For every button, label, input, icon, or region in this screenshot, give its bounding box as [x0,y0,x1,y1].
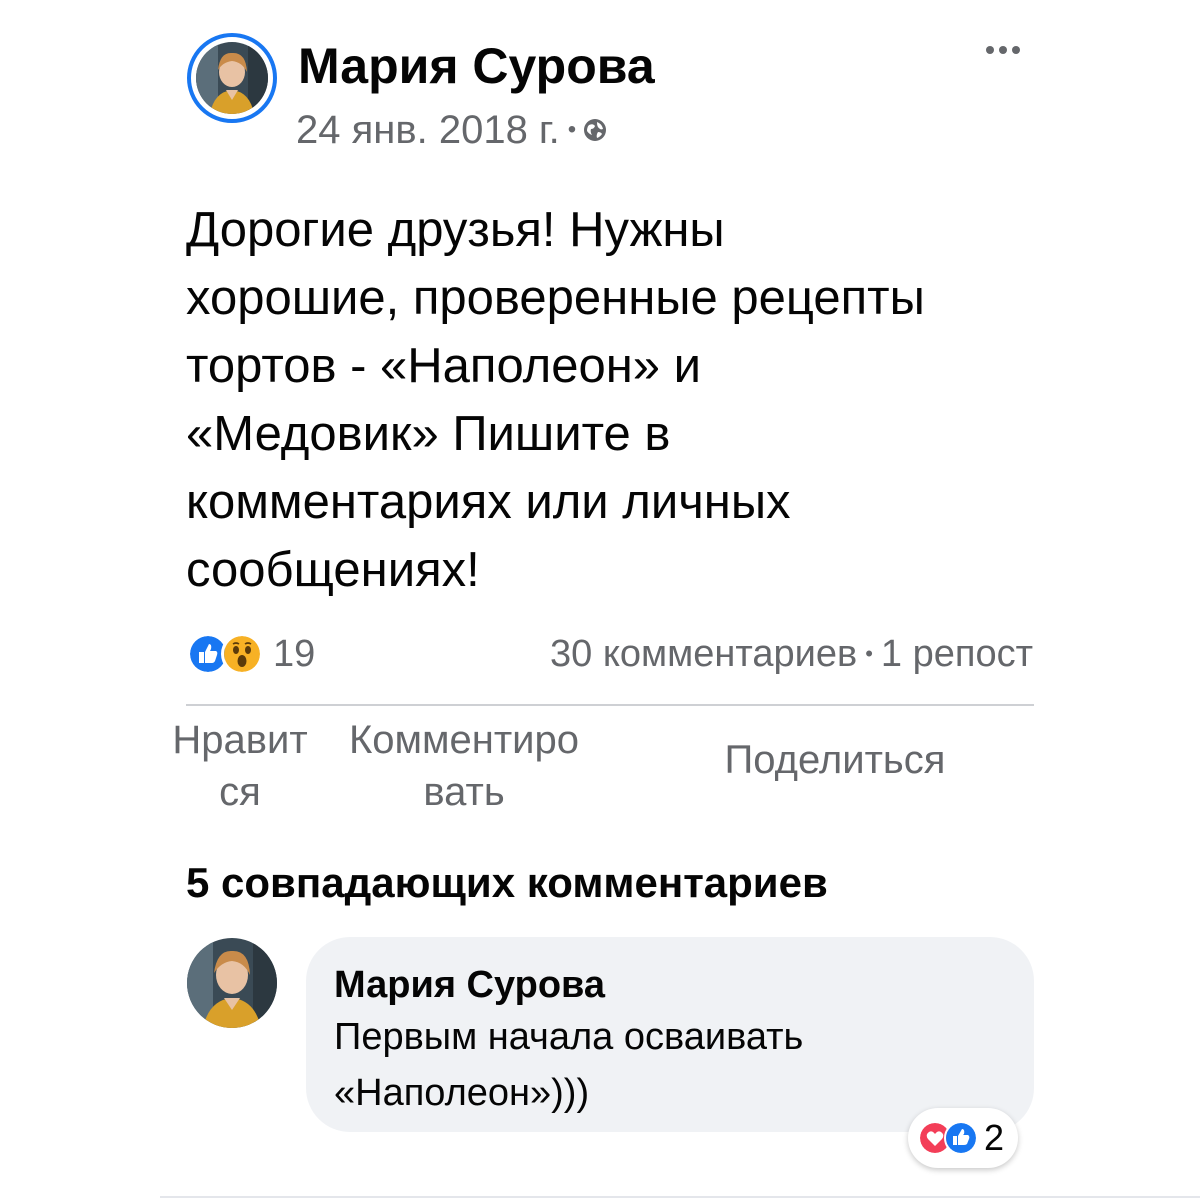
like-button[interactable]: Нравит ся [160,714,320,818]
more-dot [1012,46,1020,54]
comment-author[interactable]: Мария Сурова [334,961,1006,1009]
more-dot [999,46,1007,54]
shares-count[interactable]: 1 репост [881,633,1033,676]
post-date[interactable]: 24 янв. 2018 г. [296,108,560,153]
reaction-count: 19 [273,632,316,675]
post-meta: 24 янв. 2018 г. • [296,104,608,156]
commenter-avatar[interactable] [187,938,277,1028]
comment-reaction-summary[interactable]: 2 [908,1108,1019,1168]
engagement-stats: 30 комментариев • 1 репост [550,632,1033,676]
comment-bubble[interactable]: Мария Сурова Первым начала осваивать «На… [306,937,1034,1132]
author-avatar[interactable] [187,33,277,123]
comment-text: Первым начала осваивать «Наполеон»))) [334,1016,804,1114]
more-dot [986,46,994,54]
reaction-summary[interactable]: 19 [187,632,315,676]
comments-count[interactable]: 30 комментариев [550,633,857,676]
wow-icon [221,633,263,675]
comment-button[interactable]: Комментиро вать [326,714,602,818]
like-icon [944,1121,978,1155]
meta-separator: • [567,116,577,143]
post-view: Мария Сурова 24 янв. 2018 г. • Дорогие д… [0,0,1200,1200]
more-options-icon[interactable] [975,30,1031,70]
share-button[interactable]: Поделиться [680,734,990,786]
bottom-divider [160,1196,1200,1198]
globe-icon [584,119,607,141]
author-photo [196,42,268,114]
comment-reaction-count: 2 [984,1117,1005,1158]
author-name[interactable]: Мария Сурова [298,36,655,96]
divider [186,704,1034,706]
comments-heading: 5 совпадающих комментариев [186,859,828,906]
stats-separator: • [865,641,873,666]
post-text: Дорогие друзья! Нужны хорошие, проверенн… [186,203,925,597]
